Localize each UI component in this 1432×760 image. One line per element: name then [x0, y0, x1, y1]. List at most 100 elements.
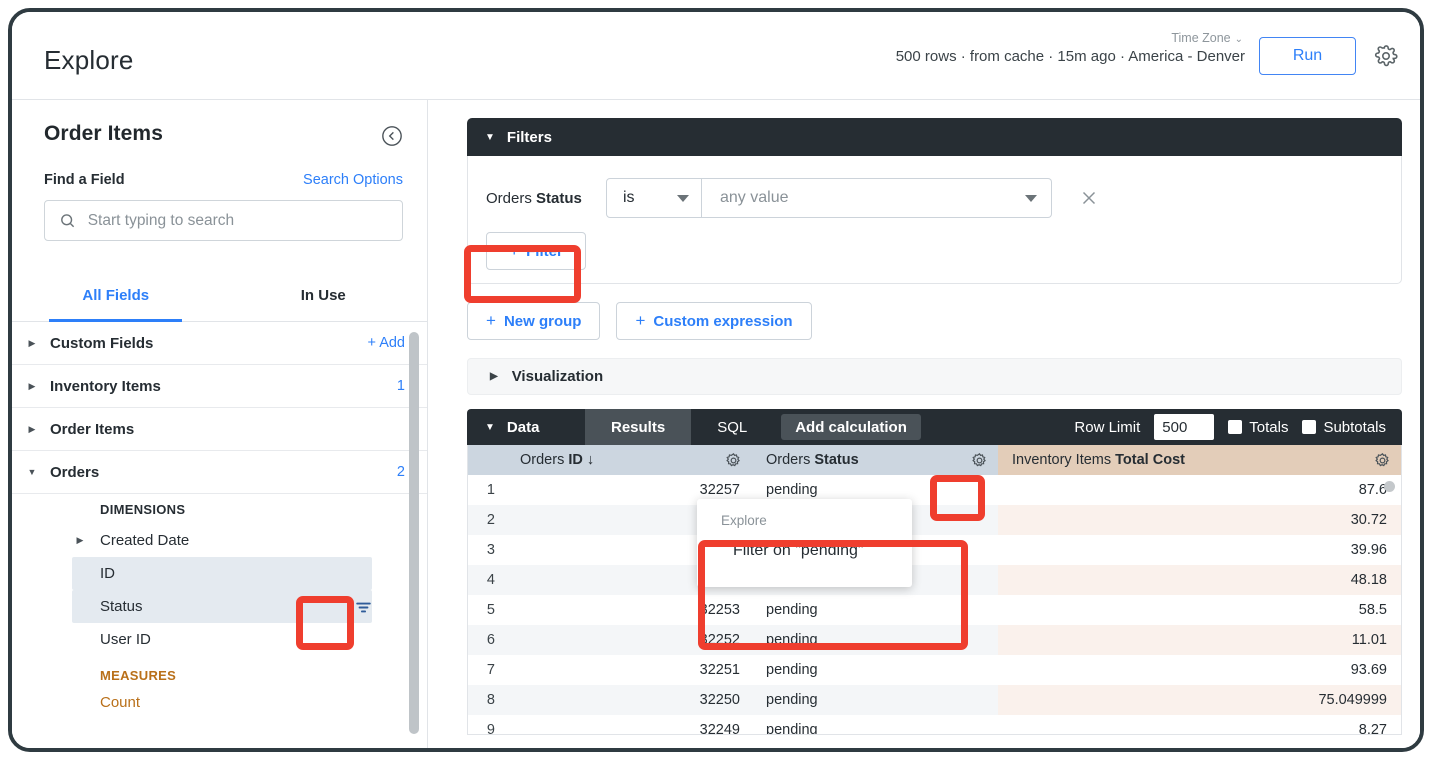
sidebar-group-custom-fields[interactable]: ▶ Custom Fields + Add: [12, 322, 427, 365]
add-filter-label: Filter: [526, 243, 563, 260]
scrollbar-thumb[interactable]: [409, 332, 419, 734]
data-bar-right: Row Limit Totals Subtotals: [1074, 414, 1386, 440]
filters-section-header[interactable]: ▼ Filters: [467, 118, 1402, 156]
filter-field-prefix: Orders: [486, 190, 532, 207]
table-row[interactable]: 832250pending75.049999: [468, 685, 1401, 715]
cell-orders-id[interactable]: 32252: [506, 625, 752, 655]
filter-value-select[interactable]: any value: [702, 178, 1052, 218]
table-row[interactable]: 932249pending8.27: [468, 715, 1401, 735]
search-options-link[interactable]: Search Options: [303, 172, 403, 188]
row-index: 7: [468, 655, 506, 685]
group-label: Custom Fields: [50, 335, 153, 352]
group-count: 1: [397, 378, 405, 394]
add-filter-button[interactable]: + Filter: [486, 232, 586, 270]
cell-orders-id[interactable]: 32250: [506, 685, 752, 715]
cell-total-cost[interactable]: 30.72: [998, 505, 1401, 535]
filter-icon[interactable]: [350, 594, 376, 620]
top-bar: Explore Time Zone⌄ 500 rows · from cache…: [12, 12, 1420, 100]
sidebar-group-orders[interactable]: ▼ Orders 2: [12, 451, 427, 494]
table-header-total-cost[interactable]: Inventory Items Total Cost: [998, 445, 1401, 475]
cell-total-cost[interactable]: 58.5: [998, 595, 1401, 625]
custom-expression-button[interactable]: + Custom expression: [616, 302, 811, 340]
cell-total-cost[interactable]: 11.01: [998, 625, 1401, 655]
column-label: Orders ID ↓: [506, 452, 594, 468]
table-row[interactable]: 332255pending39.96: [468, 535, 1401, 565]
cell-orders-id[interactable]: 32249: [506, 715, 752, 735]
table-header-orders-id[interactable]: Orders ID ↓: [506, 445, 752, 475]
cell-orders-status[interactable]: pending: [752, 625, 998, 655]
measures-label: MEASURES: [12, 656, 427, 686]
cell-total-cost[interactable]: 93.69: [998, 655, 1401, 685]
data-section-header: ▼ Data Results SQL Add calculation Row L…: [467, 409, 1402, 445]
sidebar-scrollbar[interactable]: [409, 332, 419, 734]
field-label: Count: [100, 694, 140, 711]
field-id[interactable]: ID: [72, 557, 372, 590]
search-icon: [59, 211, 76, 230]
data-label: Data: [507, 419, 540, 436]
table-row[interactable]: 232256pending30.72: [468, 505, 1401, 535]
sidebar-title: Order Items: [44, 122, 163, 146]
table-row[interactable]: 732251pending93.69: [468, 655, 1401, 685]
tab-all-fields[interactable]: All Fields: [12, 270, 220, 321]
column-gear-icon[interactable]: [971, 452, 988, 469]
close-icon[interactable]: [1078, 187, 1100, 209]
search-input[interactable]: [88, 212, 402, 230]
cell-total-cost[interactable]: 39.96: [998, 535, 1401, 565]
table-header-row: Orders ID ↓ Orders Status Inventory Item…: [468, 445, 1401, 475]
gear-icon[interactable]: [1374, 44, 1398, 68]
column-gear-icon[interactable]: [725, 452, 742, 469]
cell-total-cost[interactable]: 48.18: [998, 565, 1401, 595]
add-custom-field-button[interactable]: + Add: [368, 335, 406, 351]
table-scrollbar-thumb[interactable]: [1384, 481, 1395, 492]
cell-orders-status[interactable]: pending: [752, 715, 998, 735]
field-status[interactable]: Status: [72, 590, 372, 623]
field-count[interactable]: Count: [12, 686, 427, 719]
data-section-title[interactable]: ▼ Data: [467, 419, 585, 436]
filter-operator-value: is: [623, 189, 635, 207]
filter-operator-select[interactable]: is: [606, 178, 702, 218]
sidebar-group-order-items[interactable]: ▶ Order Items: [12, 408, 427, 451]
table-row[interactable]: 632252pending11.01: [468, 625, 1401, 655]
cell-total-cost[interactable]: 87.6: [998, 475, 1401, 505]
table-row[interactable]: 132257pending87.6: [468, 475, 1401, 505]
timezone-selector[interactable]: Time Zone⌄: [1171, 31, 1243, 45]
new-group-button[interactable]: + New group: [467, 302, 600, 340]
add-calculation-button[interactable]: Add calculation: [781, 414, 921, 440]
context-menu-item-filter-on-pending[interactable]: Filter on "pending": [697, 534, 912, 578]
row-limit-input[interactable]: [1154, 414, 1214, 440]
visualization-section-header[interactable]: ▶ Visualization: [467, 358, 1402, 395]
field-user-id[interactable]: User ID: [12, 623, 427, 656]
cell-orders-status[interactable]: pending: [752, 655, 998, 685]
chevron-down-icon: [677, 195, 689, 202]
subtotals-checkbox[interactable]: Subtotals: [1302, 419, 1386, 436]
tab-sql[interactable]: SQL: [691, 409, 773, 445]
chevron-down-icon: ⌄: [1235, 34, 1243, 45]
tab-in-use[interactable]: In Use: [220, 270, 428, 321]
search-field-container[interactable]: [44, 200, 403, 241]
chevron-right-icon: ▶: [24, 381, 40, 392]
cell-orders-status[interactable]: pending: [752, 685, 998, 715]
run-button[interactable]: Run: [1259, 37, 1356, 75]
field-sidebar: Order Items Find a Field Search Options …: [12, 100, 428, 748]
row-index: 9: [468, 715, 506, 735]
totals-checkbox[interactable]: Totals: [1228, 419, 1288, 436]
cell-total-cost[interactable]: 8.27: [998, 715, 1401, 735]
cell-total-cost[interactable]: 75.049999: [998, 685, 1401, 715]
sidebar-group-inventory-items[interactable]: ▶ Inventory Items 1: [12, 365, 427, 408]
page-title: Explore: [44, 45, 134, 76]
chevron-down-icon: ▼: [485, 422, 495, 433]
chevron-left-circle-icon[interactable]: [381, 125, 403, 147]
cell-orders-id[interactable]: 32253: [506, 595, 752, 625]
table-row[interactable]: 532253pending58.5: [468, 595, 1401, 625]
column-gear-icon[interactable]: [1374, 452, 1391, 469]
chevron-right-icon: ▶: [24, 338, 40, 349]
field-created-date[interactable]: ▶ Created Date: [12, 524, 427, 557]
table-row[interactable]: 432254cancelled48.18: [468, 565, 1401, 595]
top-bar-right: Time Zone⌄ 500 rows · from cache · 15m a…: [896, 12, 1398, 100]
context-menu[interactable]: Explore Filter on "pending": [697, 499, 912, 587]
cell-orders-id[interactable]: 32251: [506, 655, 752, 685]
table-header-orders-status[interactable]: Orders Status: [752, 445, 998, 475]
tab-results[interactable]: Results: [585, 409, 691, 445]
row-index: 8: [468, 685, 506, 715]
cell-orders-status[interactable]: pending: [752, 595, 998, 625]
